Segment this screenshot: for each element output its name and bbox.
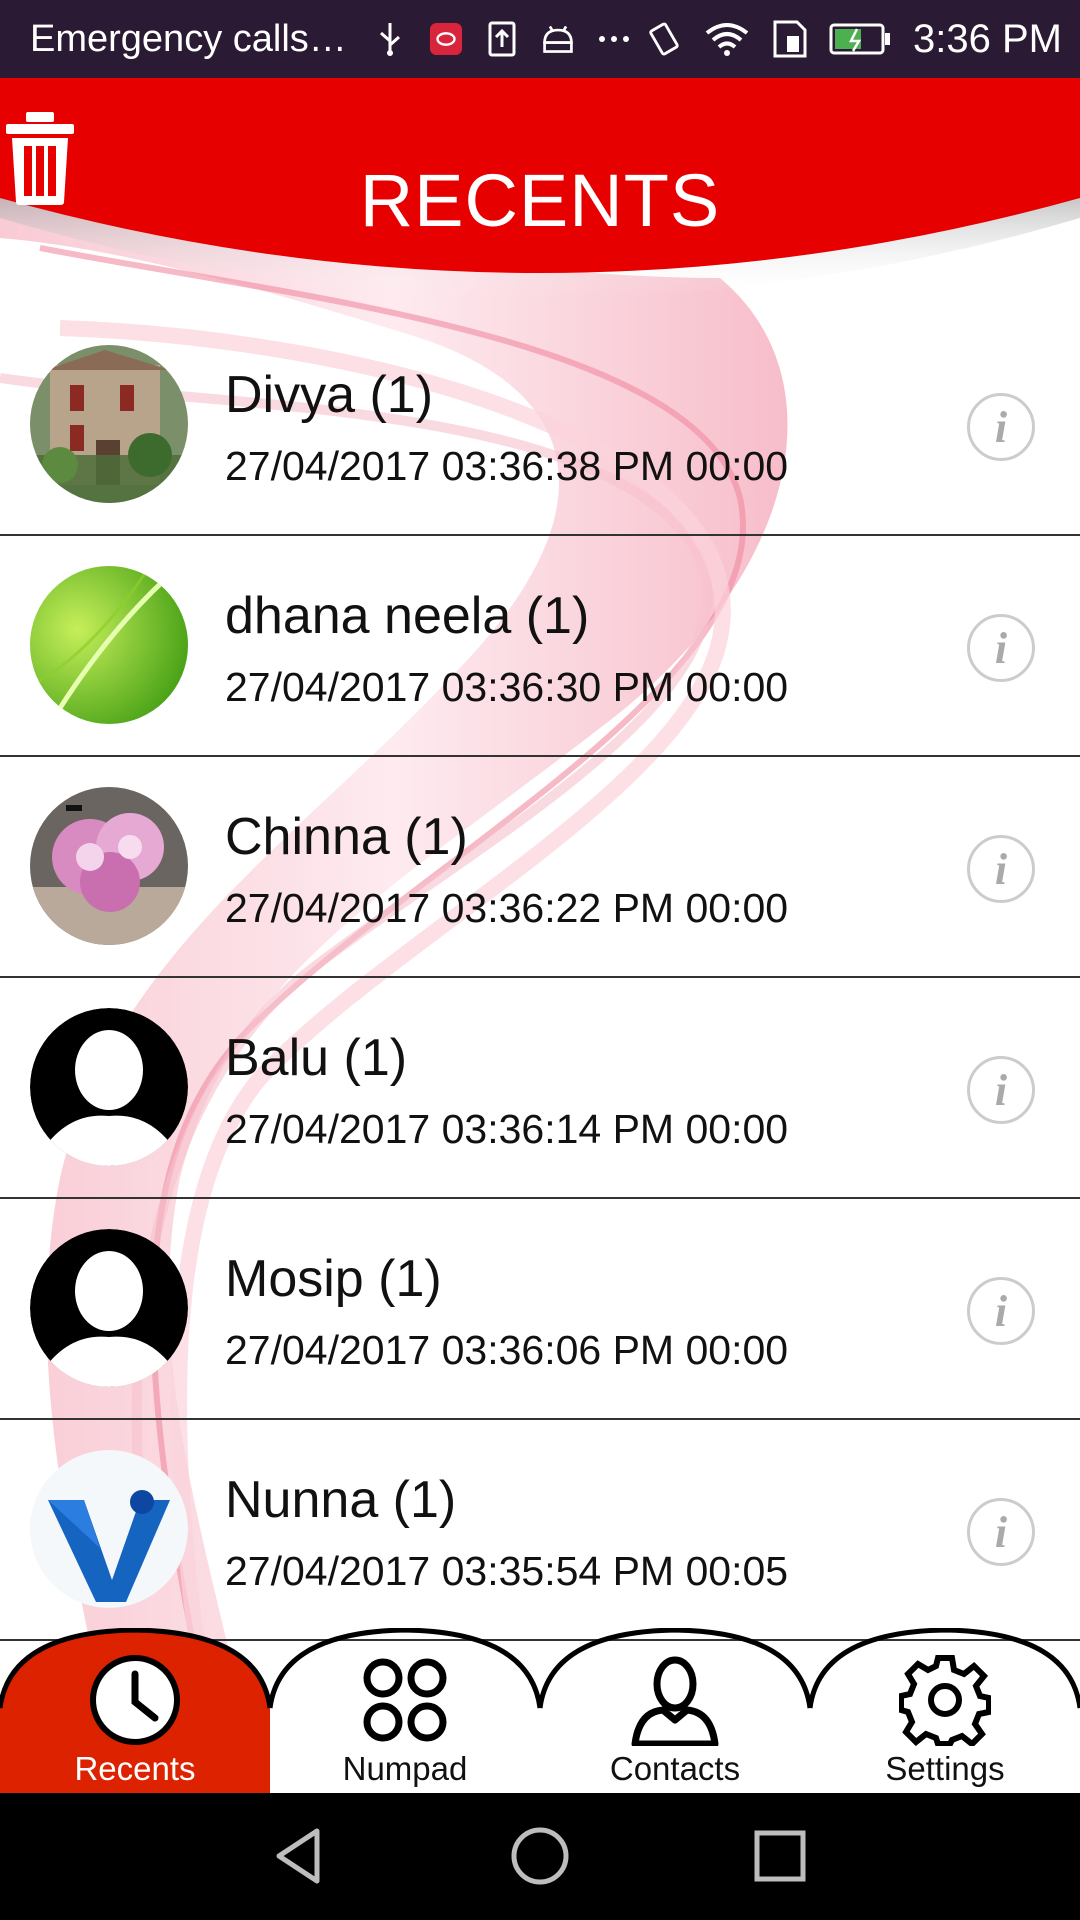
- tab-label: Recents: [74, 1750, 196, 1787]
- numpad-icon: [363, 1658, 447, 1742]
- info-icon[interactable]: i: [967, 614, 1035, 682]
- call-datetime: 27/04/2017 03:36:06 PM 00:00: [225, 1327, 789, 1373]
- clock-icon: [90, 1655, 180, 1745]
- tab-contacts[interactable]: Contacts: [540, 1628, 810, 1793]
- call-datetime: 27/04/2017 03:36:14 PM 00:00: [225, 1106, 789, 1152]
- tab-numpad[interactable]: Numpad: [270, 1628, 540, 1793]
- avatar: [30, 787, 188, 945]
- status-time: 3:36 PM: [913, 16, 1062, 61]
- info-icon[interactable]: i: [967, 393, 1035, 461]
- avatar: [30, 1008, 188, 1166]
- trash-icon[interactable]: [0, 110, 80, 206]
- sim-icon: [773, 19, 807, 59]
- battery-icon: [829, 19, 891, 59]
- avatar: [30, 566, 188, 724]
- more-icon: [597, 19, 631, 59]
- list-item[interactable]: dhana neela (1) 27/04/2017 03:36:30 PM 0…: [0, 536, 1080, 757]
- back-icon[interactable]: [265, 1821, 335, 1891]
- upload-icon: [485, 19, 519, 59]
- avatar: [30, 345, 188, 503]
- call-datetime: 27/04/2017 03:36:22 PM 00:00: [225, 885, 789, 931]
- header: RECENTS: [0, 78, 1080, 298]
- contact-name: Nunna (1): [225, 1471, 457, 1529]
- bottom-navigation: Recents Numpad Contacts Settings: [0, 1628, 1080, 1793]
- gear-icon: [899, 1655, 991, 1746]
- notification-text: Emergency calls…: [30, 17, 347, 60]
- contact-name: Mosip (1): [225, 1250, 442, 1308]
- tab-label: Settings: [885, 1750, 1005, 1787]
- list-item[interactable]: Chinna (1) 27/04/2017 03:36:22 PM 00:00 …: [0, 757, 1080, 978]
- contact-name: Balu (1): [225, 1029, 408, 1087]
- contact-name: dhana neela (1): [225, 587, 590, 645]
- call-datetime: 27/04/2017 03:35:54 PM 00:05: [225, 1548, 789, 1594]
- usb-icon: [373, 19, 407, 59]
- wifi-icon: [703, 19, 751, 59]
- list-item[interactable]: Mosip (1) 27/04/2017 03:36:06 PM 00:00 i: [0, 1199, 1080, 1420]
- tab-label: Numpad: [342, 1750, 468, 1787]
- info-icon[interactable]: i: [967, 1056, 1035, 1124]
- tab-label: Contacts: [609, 1750, 741, 1787]
- person-icon: [631, 1656, 719, 1746]
- call-datetime: 27/04/2017 03:36:30 PM 00:00: [225, 664, 789, 710]
- tab-recents[interactable]: Recents: [0, 1628, 270, 1793]
- info-icon[interactable]: i: [967, 835, 1035, 903]
- vibrate-icon: [647, 19, 681, 59]
- call-datetime: 27/04/2017 03:36:38 PM 00:00: [225, 443, 789, 489]
- list-item[interactable]: Nunna (1) 27/04/2017 03:35:54 PM 00:05 i: [0, 1420, 1080, 1641]
- recents-list: Divya (1) 27/04/2017 03:36:38 PM 00:00 i…: [0, 315, 1080, 1641]
- avatar: [30, 1229, 188, 1387]
- android-icon: [541, 19, 575, 59]
- system-navigation-bar: [0, 1793, 1080, 1920]
- info-icon[interactable]: i: [967, 1277, 1035, 1345]
- list-item[interactable]: Balu (1) 27/04/2017 03:36:14 PM 00:00 i: [0, 978, 1080, 1199]
- status-bar: Emergency calls… 3:36 PM: [0, 0, 1080, 78]
- list-item[interactable]: Divya (1) 27/04/2017 03:36:38 PM 00:00 i: [0, 315, 1080, 536]
- home-icon[interactable]: [505, 1821, 575, 1891]
- recents-square-icon[interactable]: [745, 1821, 815, 1891]
- contact-name: Divya (1): [225, 366, 434, 424]
- info-icon[interactable]: i: [967, 1498, 1035, 1566]
- contact-name: Chinna (1): [225, 808, 468, 866]
- tab-settings[interactable]: Settings: [810, 1628, 1080, 1793]
- avatar: [30, 1450, 188, 1608]
- app-notification-icon: [429, 19, 463, 59]
- page-title: RECENTS: [359, 159, 721, 242]
